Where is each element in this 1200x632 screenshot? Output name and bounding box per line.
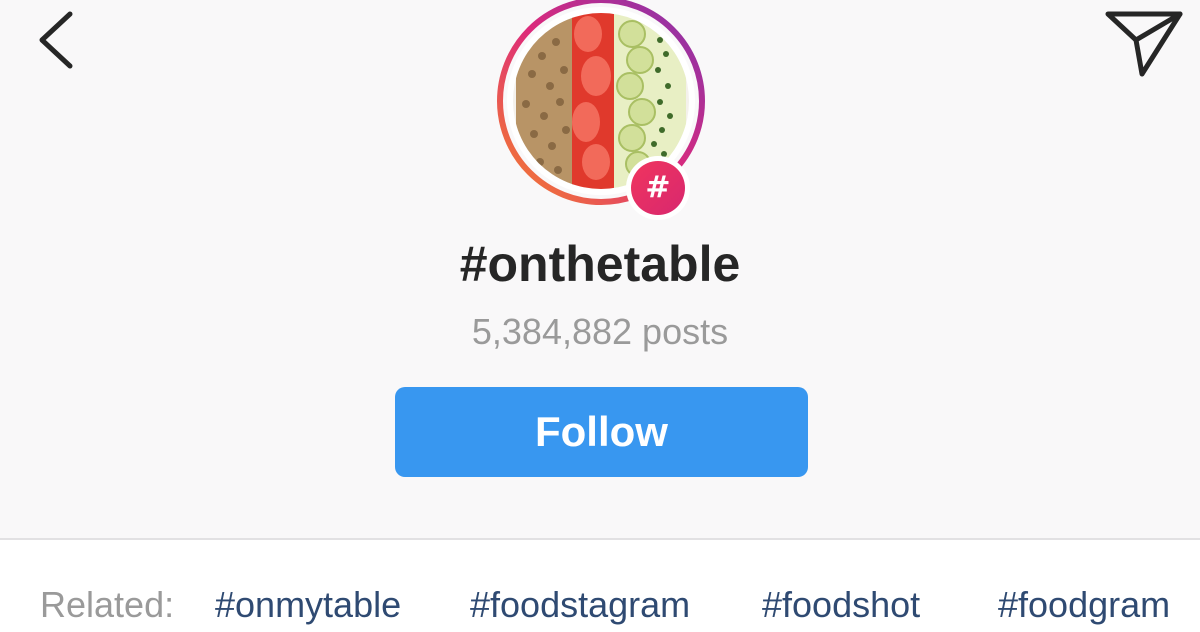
- hashtag-badge: #: [626, 156, 690, 220]
- post-count: 5,384,882 posts: [471, 311, 729, 352]
- related-tag-link[interactable]: #foodstagram: [470, 578, 690, 632]
- chevron-left-icon: [39, 11, 73, 69]
- back-button[interactable]: [28, 4, 88, 74]
- related-tag-link[interactable]: #foodshot: [762, 578, 920, 632]
- related-tag-link[interactable]: #onmytable: [215, 578, 401, 632]
- hashtag-title: #onthetable: [459, 236, 741, 292]
- paper-plane-icon: [1105, 11, 1183, 77]
- related-tag-link[interactable]: #foodgram: [998, 578, 1170, 632]
- share-button[interactable]: [1100, 4, 1190, 84]
- follow-button[interactable]: Follow: [395, 387, 808, 477]
- section-divider: [0, 538, 1200, 540]
- hashtag-icon: #: [631, 161, 685, 215]
- related-label: Related:: [40, 584, 175, 625]
